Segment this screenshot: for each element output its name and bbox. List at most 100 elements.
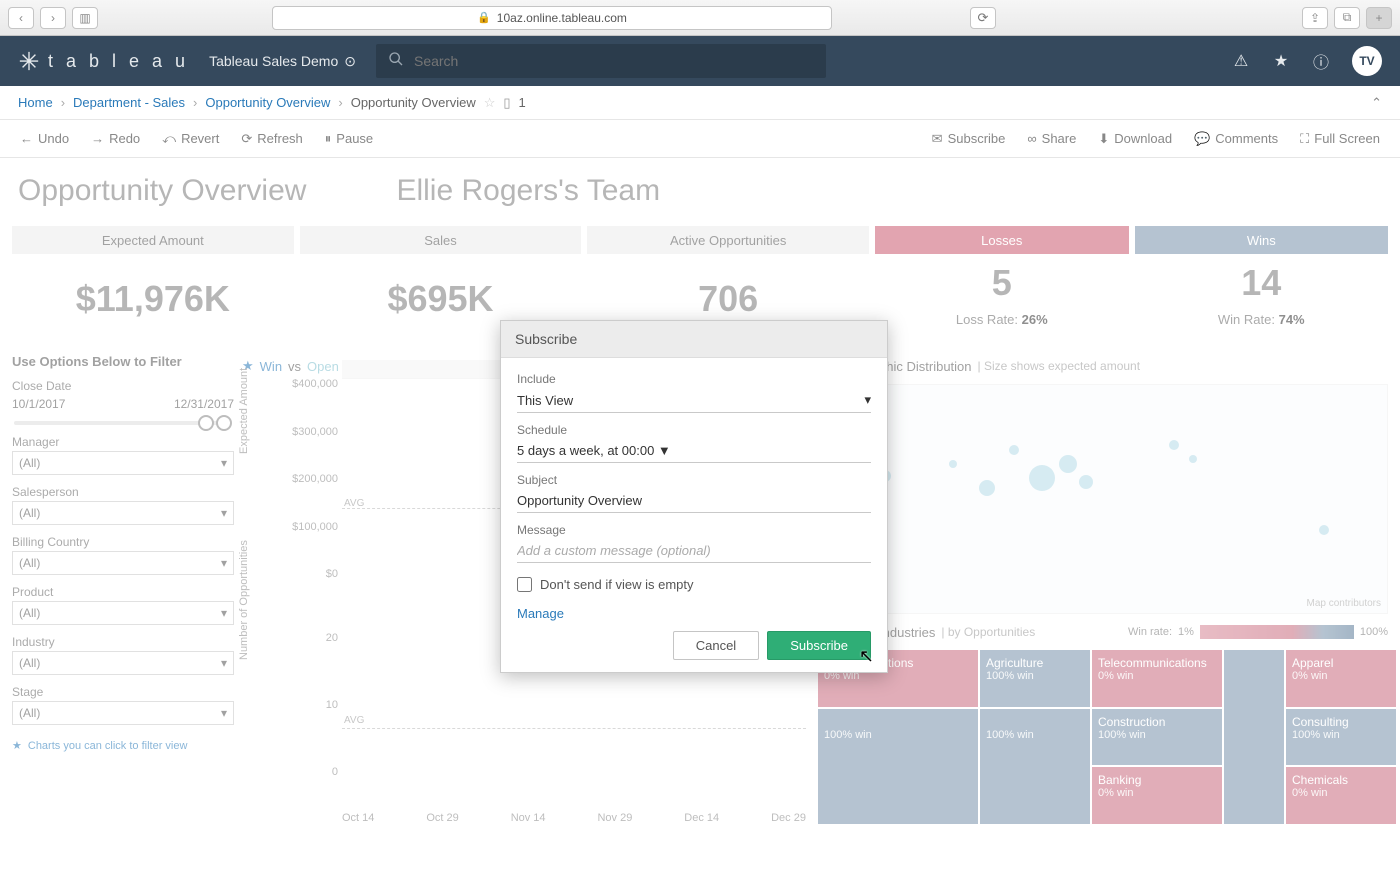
subscribe-dialog: Subscribe Include This View▾ Schedule 5 …	[500, 320, 888, 673]
subscribe-submit-button[interactable]: Subscribe ↖	[767, 631, 871, 660]
kpi-expected[interactable]: Expected Amount $11,976K	[12, 226, 294, 344]
favorites-icon[interactable]: ★	[1272, 52, 1290, 70]
alert-icon[interactable]: ⚠	[1232, 52, 1250, 70]
browser-back[interactable]: ‹	[8, 7, 34, 29]
kpi-losses[interactable]: Losses 5 Loss Rate: 26%	[875, 226, 1129, 344]
undo-button[interactable]: ←Undo	[12, 127, 77, 150]
url-text: 10az.online.tableau.com	[497, 11, 627, 25]
chevron-down-icon: ▾	[221, 706, 227, 720]
chevron-down-icon: ⊙	[344, 53, 356, 70]
subscribe-button[interactable]: ✉Subscribe	[924, 127, 1014, 151]
treemap-cell[interactable]	[1224, 650, 1284, 824]
slider-thumb-right[interactable]	[216, 415, 232, 431]
fullscreen-icon: ⛶	[1300, 131, 1309, 147]
filter-salesperson[interactable]: (All)▾	[12, 501, 234, 525]
revert-button[interactable]: ⤺Revert	[154, 127, 227, 151]
empty-view-checkbox[interactable]: Don't send if view is empty	[517, 577, 871, 592]
chevron-down-icon: ▾	[221, 456, 227, 470]
view-toolbar: ←Undo →Redo ⤺Revert ⟳Refresh ⏸Pause ✉Sub…	[0, 120, 1400, 158]
share-icon: ∞	[1027, 131, 1036, 146]
address-bar[interactable]: 🔒 10az.online.tableau.com	[272, 6, 832, 30]
redo-button[interactable]: →Redo	[83, 127, 148, 150]
browser-new-tab[interactable]: +	[1366, 7, 1392, 29]
treemap-cell[interactable]: Chemicals0% win	[1286, 767, 1396, 824]
cursor-icon: ↖	[859, 646, 874, 667]
kpi-wins[interactable]: Wins 14 Win Rate: 74%	[1135, 226, 1389, 344]
right-column: ★ Geographic Distribution | Size shows e…	[818, 354, 1388, 824]
geo-map[interactable]: Map contributors	[818, 384, 1388, 614]
filter-panel: Use Options Below to Filter Close Date 1…	[12, 354, 234, 824]
treemap[interactable]: Communications0% winAgriculture100% winT…	[818, 650, 1388, 824]
message-input[interactable]	[517, 537, 871, 563]
comment-icon: 💬	[1194, 131, 1210, 147]
refresh-button[interactable]: ⟳Refresh	[233, 127, 310, 151]
breadcrumb: Home› Department - Sales› Opportunity Ov…	[0, 86, 1400, 120]
filter-product[interactable]: (All)▾	[12, 601, 234, 625]
favorite-star-icon[interactable]: ☆	[484, 95, 496, 111]
mail-icon: ✉	[932, 131, 943, 147]
tabs-icon[interactable]: ▯	[503, 95, 510, 111]
treemap-cell[interactable]: Consulting100% win	[1286, 709, 1396, 766]
subject-input[interactable]	[517, 487, 871, 513]
dialog-title: Subscribe	[501, 321, 887, 358]
schedule-select[interactable]: 5 days a week, at 00:00 ▼	[517, 437, 871, 463]
treemap-cell[interactable]: Apparel0% win	[1286, 650, 1396, 707]
download-button[interactable]: ⬇Download	[1090, 127, 1180, 151]
browser-share[interactable]: ⇪	[1302, 7, 1328, 29]
crumb-current: Opportunity Overview	[351, 95, 476, 110]
crumb-home[interactable]: Home	[18, 95, 53, 110]
include-select[interactable]: This View▾	[517, 386, 871, 413]
download-icon: ⬇	[1098, 131, 1109, 147]
treemap-cell[interactable]: Banking0% win	[1092, 767, 1222, 824]
filter-billing[interactable]: (All)▾	[12, 551, 234, 575]
filter-manager[interactable]: (All)▾	[12, 451, 234, 475]
crumb-workbook[interactable]: Opportunity Overview	[205, 95, 330, 110]
chevron-down-icon: ▾	[221, 606, 227, 620]
search-icon	[388, 51, 404, 72]
brand-text: t a b l e a u	[48, 51, 189, 72]
browser-sidebar-toggle[interactable]: ▥	[72, 7, 98, 29]
search-box[interactable]	[376, 44, 826, 78]
star-icon: ★	[12, 739, 22, 752]
cancel-button[interactable]: Cancel	[673, 631, 759, 660]
treemap-cell[interactable]	[818, 709, 978, 824]
fullscreen-button[interactable]: ⛶Full Screen	[1292, 127, 1388, 151]
pause-button[interactable]: ⏸Pause	[317, 127, 381, 151]
winrate-legend	[1200, 625, 1354, 639]
logo-mark-icon	[18, 50, 40, 72]
redo-icon: →	[91, 131, 104, 146]
slider-thumb-left[interactable]	[198, 415, 214, 431]
page-title: Opportunity Overview	[18, 174, 306, 208]
browser-chrome: ‹ › ▥ 🔒 10az.online.tableau.com ⟳ ⇪ ⧉ +	[0, 0, 1400, 36]
search-input[interactable]	[414, 53, 814, 69]
share-button[interactable]: ∞Share	[1019, 127, 1084, 151]
collapse-icon[interactable]: ⌃	[1371, 95, 1382, 111]
tableau-logo[interactable]: t a b l e a u	[18, 50, 189, 72]
info-icon[interactable]: ⓘ	[1312, 52, 1330, 70]
site-selector[interactable]: Tableau Sales Demo ⊙	[209, 53, 356, 70]
browser-forward[interactable]: ›	[40, 7, 66, 29]
app-topnav: t a b l e a u Tableau Sales Demo ⊙ ⚠ ★ ⓘ…	[0, 36, 1400, 86]
filter-stage[interactable]: (All)▾	[12, 701, 234, 725]
refresh-icon: ⟳	[241, 131, 252, 147]
filter-heading: Use Options Below to Filter	[12, 354, 234, 369]
treemap-cell[interactable]: Agriculture100% win	[980, 650, 1090, 707]
pause-icon: ⏸	[325, 131, 332, 147]
browser-tabs[interactable]: ⧉	[1334, 7, 1360, 29]
filter-industry[interactable]: (All)▾	[12, 651, 234, 675]
comments-button[interactable]: 💬Comments	[1186, 127, 1286, 151]
crumb-dept[interactable]: Department - Sales	[73, 95, 185, 110]
user-avatar[interactable]: TV	[1352, 46, 1382, 76]
chevron-down-icon: ▾	[221, 656, 227, 670]
revert-icon: ⤺	[162, 131, 176, 147]
browser-reload[interactable]: ⟳	[970, 7, 996, 29]
undo-icon: ←	[20, 131, 33, 146]
manage-link[interactable]: Manage	[517, 606, 564, 621]
team-title: Ellie Rogers's Team	[396, 174, 660, 208]
treemap-cell[interactable]	[980, 709, 1090, 824]
date-slider[interactable]	[14, 421, 232, 425]
treemap-cell[interactable]: Telecommunications0% win	[1092, 650, 1222, 707]
treemap-cell[interactable]: Construction100% win	[1092, 709, 1222, 766]
chevron-down-icon: ▾	[221, 556, 227, 570]
lock-icon: 🔒	[477, 11, 491, 24]
